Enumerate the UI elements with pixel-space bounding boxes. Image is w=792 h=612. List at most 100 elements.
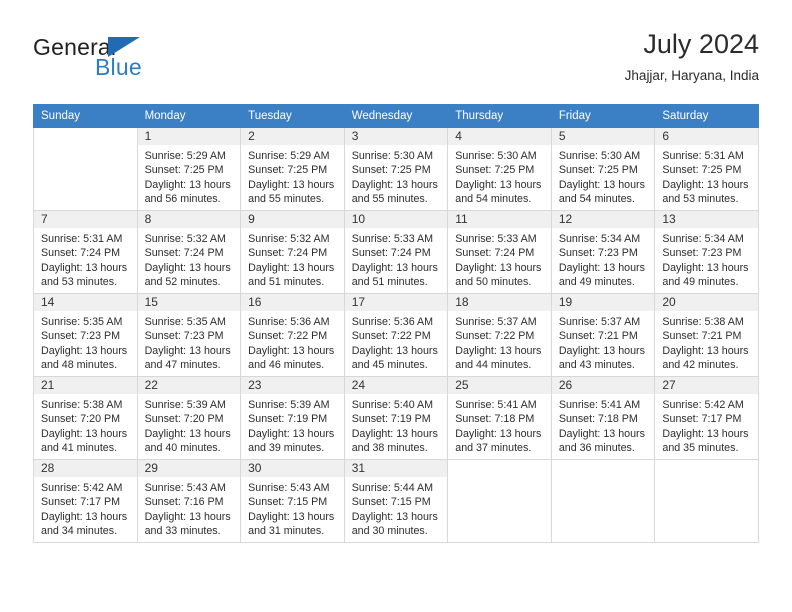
day-number: 1	[137, 128, 241, 145]
daylight-text-line2: and 37 minutes.	[455, 442, 532, 455]
calendar-day-cell[interactable]: 10 Sunrise: 5:33 AM Sunset: 7:24 PM Dayligh…	[343, 210, 449, 294]
calendar-day-cell[interactable]: 5 Sunrise: 5:30 AM Sunset: 7:25 PM Daylight…	[550, 127, 656, 211]
day-cell-inner: 22 Sunrise: 5:39 AM Sunset: 7:20 PM Dayligh…	[137, 377, 241, 459]
sunset-text: Sunset: 7:21 PM	[662, 330, 742, 343]
daylight-text-line2: and 51 minutes.	[248, 276, 325, 289]
daylight-text-line2: and 38 minutes.	[351, 442, 428, 455]
sunrise-text: Sunrise: 5:33 AM	[351, 233, 434, 245]
daylight-text-line1: Daylight: 13 hours	[248, 427, 335, 440]
daylight-text-line1: Daylight: 13 hours	[351, 261, 438, 274]
general-blue-logo[interactable]: General Blue	[33, 34, 243, 90]
calendar-day-cell[interactable]: 2 Sunrise: 5:29 AM Sunset: 7:25 PM Daylight…	[240, 127, 345, 211]
sunrise-sunset-calendar: Sunday Monday Tuesday Wednesday Thursday…	[33, 104, 759, 543]
daylight-text-line2: and 51 minutes.	[351, 276, 428, 289]
daylight-text-line1: Daylight: 13 hours	[455, 178, 542, 191]
daylight-text-line2: and 42 minutes.	[662, 359, 739, 372]
day-number: 20	[655, 294, 758, 311]
calendar-day-cell[interactable]: 23 Sunrise: 5:39 AM Sunset: 7:19 PM Dayligh…	[240, 376, 345, 460]
day-number: 14	[34, 294, 137, 311]
daylight-text-line2: and 30 minutes.	[351, 525, 428, 538]
daylight-text-line2: and 45 minutes.	[351, 359, 428, 372]
day-details: Sunrise: 5:37 AM Sunset: 7:22 PM Daylight:…	[448, 311, 551, 373]
calendar-day-cell[interactable]: 6 Sunrise: 5:31 AM Sunset: 7:25 PM Daylight…	[654, 127, 759, 211]
calendar-cell-empty	[33, 127, 138, 211]
daylight-text-line1: Daylight: 13 hours	[248, 261, 335, 274]
calendar-day-cell[interactable]: 29 Sunrise: 5:43 AM Sunset: 7:16 PM Dayligh…	[136, 459, 242, 543]
sunrise-text: Sunrise: 5:31 AM	[41, 233, 123, 245]
calendar-day-cell[interactable]: 17 Sunrise: 5:36 AM Sunset: 7:22 PM Dayligh…	[343, 293, 449, 377]
day-details: Sunrise: 5:30 AM Sunset: 7:25 PM Daylight:…	[448, 145, 551, 207]
calendar-day-cell[interactable]: 30 Sunrise: 5:43 AM Sunset: 7:15 PM Dayligh…	[240, 459, 345, 543]
weekday-header-row: Sunday Monday Tuesday Wednesday Thursday…	[33, 104, 759, 128]
calendar-week-row: 1 Sunrise: 5:29 AM Sunset: 7:25 PM Daylight…	[33, 127, 759, 211]
day-details: Sunrise: 5:42 AM Sunset: 7:17 PM Daylight:…	[34, 477, 137, 539]
calendar-day-cell[interactable]: 24 Sunrise: 5:40 AM Sunset: 7:19 PM Dayligh…	[343, 376, 449, 460]
weekday-header-sunday: Sunday	[33, 104, 138, 128]
day-details: Sunrise: 5:35 AM Sunset: 7:23 PM Daylight:…	[138, 311, 241, 373]
day-number: 30	[241, 460, 344, 477]
day-cell-inner: 12 Sunrise: 5:34 AM Sunset: 7:23 PM Dayligh…	[551, 211, 655, 293]
daylight-text-line2: and 31 minutes.	[248, 525, 325, 538]
day-number: 25	[448, 377, 551, 394]
daylight-text-line2: and 50 minutes.	[455, 276, 532, 289]
calendar-day-cell[interactable]: 27 Sunrise: 5:42 AM Sunset: 7:17 PM Dayligh…	[654, 376, 759, 460]
day-details: Sunrise: 5:37 AM Sunset: 7:21 PM Daylight:…	[552, 311, 655, 373]
calendar-day-cell[interactable]: 1 Sunrise: 5:29 AM Sunset: 7:25 PM Daylight…	[136, 127, 242, 211]
calendar-week-row: 14 Sunrise: 5:35 AM Sunset: 7:23 PM Dayligh…	[33, 293, 759, 377]
title-block: July 2024 Jhajjar, Haryana, India	[625, 28, 759, 86]
sunrise-text: Sunrise: 5:36 AM	[351, 316, 434, 328]
day-details: Sunrise: 5:33 AM Sunset: 7:24 PM Daylight:…	[345, 228, 448, 290]
daylight-text-line1: Daylight: 13 hours	[41, 427, 128, 440]
sunset-text: Sunset: 7:21 PM	[558, 330, 638, 343]
calendar-day-cell[interactable]: 4 Sunrise: 5:30 AM Sunset: 7:25 PM Daylight…	[447, 127, 552, 211]
sunrise-text: Sunrise: 5:30 AM	[455, 150, 537, 162]
calendar-day-cell[interactable]: 19 Sunrise: 5:37 AM Sunset: 7:21 PM Dayligh…	[550, 293, 656, 377]
calendar-day-cell[interactable]: 18 Sunrise: 5:37 AM Sunset: 7:22 PM Dayligh…	[447, 293, 552, 377]
calendar-day-cell[interactable]: 31 Sunrise: 5:44 AM Sunset: 7:15 PM Dayligh…	[343, 459, 449, 543]
calendar-day-cell[interactable]: 11 Sunrise: 5:33 AM Sunset: 7:24 PM Dayligh…	[447, 210, 552, 294]
day-number: 31	[344, 460, 448, 477]
daylight-text-line2: and 47 minutes.	[144, 359, 221, 372]
day-number: 19	[551, 294, 655, 311]
daylight-text-line2: and 49 minutes.	[662, 276, 739, 289]
calendar-day-cell[interactable]: 12 Sunrise: 5:34 AM Sunset: 7:23 PM Dayligh…	[550, 210, 656, 294]
sunset-text: Sunset: 7:18 PM	[455, 413, 535, 426]
day-cell-inner: 13 Sunrise: 5:34 AM Sunset: 7:23 PM Dayligh…	[655, 211, 758, 293]
calendar-day-cell[interactable]: 8 Sunrise: 5:32 AM Sunset: 7:24 PM Daylight…	[136, 210, 242, 294]
calendar-week-row: 7 Sunrise: 5:31 AM Sunset: 7:24 PM Daylight…	[33, 210, 759, 294]
calendar-day-cell[interactable]: 3 Sunrise: 5:30 AM Sunset: 7:25 PM Daylight…	[343, 127, 449, 211]
calendar-day-cell[interactable]: 16 Sunrise: 5:36 AM Sunset: 7:22 PM Dayligh…	[240, 293, 345, 377]
day-cell-inner: 20 Sunrise: 5:38 AM Sunset: 7:21 PM Dayligh…	[655, 294, 758, 376]
day-cell-inner: 7 Sunrise: 5:31 AM Sunset: 7:24 PM Daylight…	[34, 211, 137, 293]
day-details: Sunrise: 5:39 AM Sunset: 7:20 PM Daylight:…	[138, 394, 241, 456]
calendar-cell-empty	[550, 459, 656, 543]
sunset-text: Sunset: 7:23 PM	[144, 330, 224, 343]
calendar-day-cell[interactable]: 13 Sunrise: 5:34 AM Sunset: 7:23 PM Dayligh…	[654, 210, 759, 294]
calendar-day-cell[interactable]: 20 Sunrise: 5:38 AM Sunset: 7:21 PM Dayligh…	[654, 293, 759, 377]
day-number: 24	[344, 377, 448, 394]
day-details: Sunrise: 5:33 AM Sunset: 7:24 PM Daylight:…	[448, 228, 551, 290]
calendar-day-cell[interactable]: 7 Sunrise: 5:31 AM Sunset: 7:24 PM Daylight…	[33, 210, 138, 294]
day-details: Sunrise: 5:29 AM Sunset: 7:25 PM Daylight:…	[241, 145, 344, 207]
calendar-day-cell[interactable]: 26 Sunrise: 5:41 AM Sunset: 7:18 PM Dayligh…	[550, 376, 656, 460]
calendar-day-cell[interactable]: 21 Sunrise: 5:38 AM Sunset: 7:20 PM Dayligh…	[33, 376, 138, 460]
day-cell-inner: 16 Sunrise: 5:36 AM Sunset: 7:22 PM Dayligh…	[241, 294, 344, 376]
day-cell-inner: 29 Sunrise: 5:43 AM Sunset: 7:16 PM Dayligh…	[137, 460, 241, 542]
sunrise-text: Sunrise: 5:30 AM	[351, 150, 434, 162]
calendar-day-cell[interactable]: 9 Sunrise: 5:32 AM Sunset: 7:24 PM Daylight…	[240, 210, 345, 294]
calendar-day-cell[interactable]: 14 Sunrise: 5:35 AM Sunset: 7:23 PM Dayligh…	[33, 293, 138, 377]
calendar-day-cell[interactable]: 15 Sunrise: 5:35 AM Sunset: 7:23 PM Dayligh…	[136, 293, 242, 377]
sunrise-text: Sunrise: 5:42 AM	[662, 399, 744, 411]
day-cell-inner: 21 Sunrise: 5:38 AM Sunset: 7:20 PM Dayligh…	[34, 377, 137, 459]
daylight-text-line2: and 43 minutes.	[558, 359, 635, 372]
calendar-day-cell[interactable]: 28 Sunrise: 5:42 AM Sunset: 7:17 PM Dayligh…	[33, 459, 138, 543]
calendar-day-cell[interactable]: 22 Sunrise: 5:39 AM Sunset: 7:20 PM Dayligh…	[136, 376, 242, 460]
day-number: 6	[655, 128, 758, 145]
sunrise-text: Sunrise: 5:43 AM	[248, 482, 330, 494]
day-details: Sunrise: 5:34 AM Sunset: 7:23 PM Daylight:…	[655, 228, 758, 290]
daylight-text-line1: Daylight: 13 hours	[248, 510, 335, 523]
day-cell-inner: 6 Sunrise: 5:31 AM Sunset: 7:25 PM Daylight…	[655, 128, 758, 210]
sunset-text: Sunset: 7:24 PM	[41, 247, 121, 260]
calendar-day-cell[interactable]: 25 Sunrise: 5:41 AM Sunset: 7:18 PM Dayligh…	[447, 376, 552, 460]
sunset-text: Sunset: 7:24 PM	[351, 247, 431, 260]
